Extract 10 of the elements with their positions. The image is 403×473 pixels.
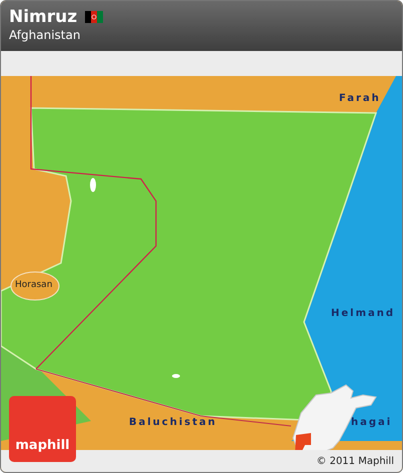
map-label: hagai	[351, 417, 392, 429]
map-label: Farah	[339, 93, 381, 105]
flag-icon	[85, 11, 104, 23]
map-label: Baluchistan	[129, 417, 217, 429]
map-label: Horasan	[15, 279, 52, 291]
map-title: Nimruz	[9, 7, 78, 27]
map-label: Helmand	[331, 308, 396, 320]
map-subtitle: Afghanistan	[9, 27, 82, 43]
copyright-text: © 2011 Maphill	[316, 456, 394, 466]
logo-text: maphill	[15, 438, 70, 454]
